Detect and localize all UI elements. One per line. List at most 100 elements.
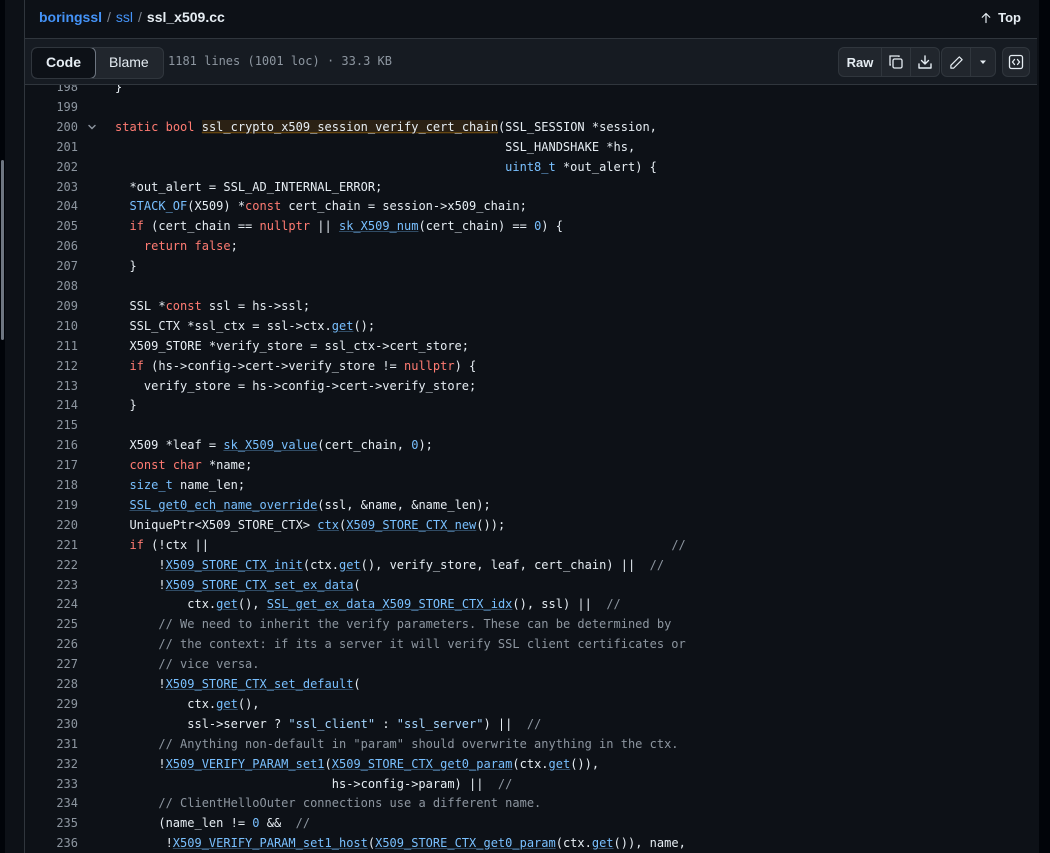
code-line: 203 *out_alert = SSL_AD_INTERNAL_ERROR;: [25, 177, 1037, 197]
code-text: // We need to inherit the verify paramet…: [158, 617, 672, 632]
code-text: SSL_HANDSHAKE *hs,: [115, 139, 636, 154]
code-text: X509 *leaf = sk_X509_value(cert_chain, 0…: [115, 438, 433, 453]
file-actions-group: Raw: [838, 47, 940, 77]
code-line: 219 SSL_get0_ech_name_override(ssl, &nam…: [25, 495, 1037, 515]
line-number[interactable]: 223: [25, 575, 78, 595]
line-number[interactable]: 218: [25, 475, 78, 495]
line-number[interactable]: 229: [25, 694, 78, 714]
line-number[interactable]: 236: [25, 833, 78, 853]
line-number[interactable]: 234: [25, 793, 78, 813]
line-number[interactable]: 210: [25, 316, 78, 336]
line-number[interactable]: 206: [25, 236, 78, 256]
breadcrumb-dir-link[interactable]: ssl: [116, 9, 133, 25]
code-text: X509_STORE *verify_store = ssl_ctx->cert…: [115, 338, 470, 353]
top-link-label: Top: [998, 10, 1021, 25]
line-number[interactable]: 226: [25, 634, 78, 654]
code-text: ctx.get(),: [115, 696, 260, 711]
download-button[interactable]: [911, 48, 939, 76]
line-number[interactable]: 233: [25, 774, 78, 794]
download-icon: [918, 55, 932, 69]
symbols-panel-button[interactable]: [1003, 48, 1029, 76]
line-number[interactable]: 209: [25, 296, 78, 316]
code-text: if (hs->config->cert->verify_store != nu…: [129, 358, 477, 373]
code-text: // vice versa.: [158, 657, 260, 672]
code-line: 211 X509_STORE *verify_store = ssl_ctx->…: [25, 336, 1037, 356]
line-number[interactable]: 204: [25, 196, 78, 216]
code-line: 231 // Anything non-default in "param" s…: [25, 734, 1037, 754]
line-number[interactable]: 222: [25, 555, 78, 575]
edit-button[interactable]: [942, 48, 971, 76]
line-number[interactable]: 219: [25, 495, 78, 515]
copy-button[interactable]: [882, 48, 911, 76]
line-number[interactable]: 228: [25, 674, 78, 694]
line-number[interactable]: 207: [25, 256, 78, 276]
line-number[interactable]: 220: [25, 515, 78, 535]
code-line: 232 !X509_VERIFY_PARAM_set1(X509_STORE_C…: [25, 754, 1037, 774]
code-line: 228 !X509_STORE_CTX_set_default(: [25, 674, 1037, 694]
line-number[interactable]: 212: [25, 356, 78, 376]
line-number[interactable]: 200: [25, 117, 78, 137]
line-number[interactable]: 216: [25, 435, 78, 455]
line-number[interactable]: 224: [25, 594, 78, 614]
code-line: 213 verify_store = hs->config->cert->ver…: [25, 376, 1037, 396]
line-number[interactable]: 203: [25, 177, 78, 197]
code-line: 206 return false;: [25, 236, 1037, 256]
edit-actions-group: [941, 47, 996, 77]
code-line: 233 hs->config->param) || //: [25, 774, 1037, 794]
line-number[interactable]: 199: [25, 97, 78, 117]
line-number[interactable]: 217: [25, 455, 78, 475]
code-line: 198}: [25, 85, 1037, 97]
code-view[interactable]: 198} 199 200 static bool ssl_crypto_x509_se…: [25, 85, 1037, 853]
tab-code[interactable]: Code: [31, 48, 96, 78]
code-text: !X509_VERIFY_PARAM_set1(X509_STORE_CTX_g…: [115, 756, 600, 771]
line-number[interactable]: 221: [25, 535, 78, 555]
code-text: size_t name_len;: [129, 478, 246, 492]
line-number[interactable]: 205: [25, 216, 78, 236]
line-number[interactable]: 208: [25, 276, 78, 296]
file-path-bar: boringssl / ssl / ssl_x509.cc Top: [25, 0, 1037, 39]
triangle-down-icon: [980, 60, 986, 64]
line-number[interactable]: 225: [25, 614, 78, 634]
code-line: 209 SSL *const ssl = hs->ssl;: [25, 296, 1037, 316]
line-number[interactable]: 214: [25, 395, 78, 415]
chevron-down-icon[interactable]: [87, 117, 97, 139]
code-line: 217 const char *name;: [25, 455, 1037, 475]
code-line: 235 (name_len != 0 && //: [25, 813, 1037, 833]
code-text: hs->config->param) || //: [115, 776, 513, 791]
code-line: 214 }: [25, 395, 1037, 415]
line-number[interactable]: 201: [25, 137, 78, 157]
code-text: ssl->server ? "ssl_client" : "ssl_server…: [115, 716, 542, 731]
code-text: if (cert_chain == nullptr || sk_X509_num…: [129, 219, 563, 234]
line-number[interactable]: 198: [25, 85, 78, 97]
line-number[interactable]: 231: [25, 734, 78, 754]
code-text: return false;: [143, 239, 238, 254]
line-number[interactable]: 215: [25, 415, 78, 435]
code-text: uint8_t *out_alert) {: [505, 159, 657, 174]
top-link[interactable]: Top: [980, 10, 1021, 25]
breadcrumb-file: ssl_x509.cc: [146, 9, 225, 25]
edit-options-button[interactable]: [971, 48, 995, 76]
code-text: }: [115, 85, 123, 94]
tab-blame[interactable]: Blame: [95, 48, 163, 78]
line-number[interactable]: 230: [25, 714, 78, 734]
line-number[interactable]: 211: [25, 336, 78, 356]
code-line: 202 uint8_t *out_alert) {: [25, 157, 1037, 177]
line-number[interactable]: 227: [25, 654, 78, 674]
code-line: 210 SSL_CTX *ssl_ctx = ssl->ctx.get();: [25, 316, 1037, 336]
line-number[interactable]: 213: [25, 376, 78, 396]
arrow-up-icon: [981, 12, 991, 23]
line-number[interactable]: 202: [25, 157, 78, 177]
code-line: 227 // vice versa.: [25, 654, 1037, 674]
code-text: !X509_STORE_CTX_init(ctx.get(), verify_s…: [115, 557, 665, 572]
code-text: SSL *const ssl = hs->ssl;: [115, 298, 311, 313]
code-line: 230 ssl->server ? "ssl_client" : "ssl_se…: [25, 714, 1037, 734]
code-text: !X509_VERIFY_PARAM_set1_host(X509_STORE_…: [115, 836, 686, 851]
line-number[interactable]: 232: [25, 754, 78, 774]
code-line: 208: [25, 276, 1037, 296]
side-scrollbar[interactable]: [1, 160, 4, 340]
raw-button[interactable]: Raw: [839, 48, 882, 76]
breadcrumb-repo-link[interactable]: boringssl: [39, 9, 102, 25]
line-number[interactable]: 235: [25, 813, 78, 833]
breadcrumb-separator: /: [107, 9, 111, 25]
code-line: 215: [25, 415, 1037, 435]
